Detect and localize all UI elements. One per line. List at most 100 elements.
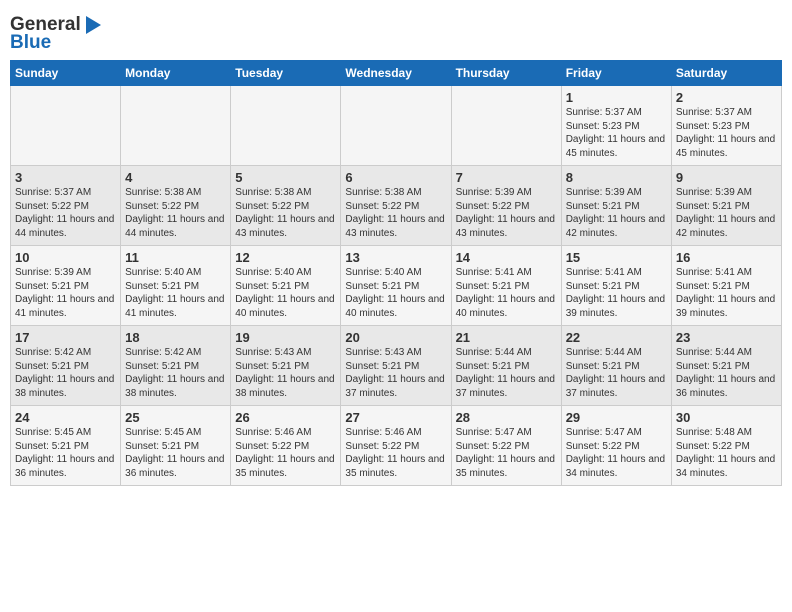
weekday-header-friday: Friday (561, 61, 671, 86)
calendar-cell-1-1 (11, 86, 121, 166)
day-number: 20 (345, 330, 446, 345)
day-number: 11 (125, 250, 226, 265)
weekday-header-thursday: Thursday (451, 61, 561, 86)
day-info: Sunrise: 5:43 AM Sunset: 5:21 PM Dayligh… (345, 346, 446, 400)
calendar-cell-1-7: 2Sunrise: 5:37 AM Sunset: 5:23 PM Daylig… (671, 86, 781, 166)
day-number: 29 (566, 410, 667, 425)
day-info: Sunrise: 5:42 AM Sunset: 5:21 PM Dayligh… (15, 346, 116, 400)
day-info: Sunrise: 5:39 AM Sunset: 5:22 PM Dayligh… (456, 186, 557, 240)
day-number: 12 (235, 250, 336, 265)
day-number: 14 (456, 250, 557, 265)
calendar-cell-5-2: 25Sunrise: 5:45 AM Sunset: 5:21 PM Dayli… (121, 406, 231, 486)
calendar-cell-2-1: 3Sunrise: 5:37 AM Sunset: 5:22 PM Daylig… (11, 166, 121, 246)
day-number: 15 (566, 250, 667, 265)
calendar-cell-4-2: 18Sunrise: 5:42 AM Sunset: 5:21 PM Dayli… (121, 326, 231, 406)
logo: General Blue (10, 10, 101, 54)
calendar-cell-4-1: 17Sunrise: 5:42 AM Sunset: 5:21 PM Dayli… (11, 326, 121, 406)
day-number: 6 (345, 170, 446, 185)
day-number: 24 (15, 410, 116, 425)
calendar-cell-3-2: 11Sunrise: 5:40 AM Sunset: 5:21 PM Dayli… (121, 246, 231, 326)
weekday-header-saturday: Saturday (671, 61, 781, 86)
day-info: Sunrise: 5:45 AM Sunset: 5:21 PM Dayligh… (15, 426, 116, 480)
day-info: Sunrise: 5:40 AM Sunset: 5:21 PM Dayligh… (235, 266, 336, 320)
day-number: 13 (345, 250, 446, 265)
day-info: Sunrise: 5:39 AM Sunset: 5:21 PM Dayligh… (15, 266, 116, 320)
day-number: 5 (235, 170, 336, 185)
day-info: Sunrise: 5:38 AM Sunset: 5:22 PM Dayligh… (345, 186, 446, 240)
weekday-header-sunday: Sunday (11, 61, 121, 86)
calendar-cell-2-5: 7Sunrise: 5:39 AM Sunset: 5:22 PM Daylig… (451, 166, 561, 246)
weekday-header-wednesday: Wednesday (341, 61, 451, 86)
calendar-cell-1-5 (451, 86, 561, 166)
day-info: Sunrise: 5:46 AM Sunset: 5:22 PM Dayligh… (345, 426, 446, 480)
calendar-cell-2-6: 8Sunrise: 5:39 AM Sunset: 5:21 PM Daylig… (561, 166, 671, 246)
calendar-cell-2-4: 6Sunrise: 5:38 AM Sunset: 5:22 PM Daylig… (341, 166, 451, 246)
logo-arrow-icon (86, 16, 101, 34)
day-info: Sunrise: 5:37 AM Sunset: 5:23 PM Dayligh… (566, 106, 667, 160)
day-info: Sunrise: 5:39 AM Sunset: 5:21 PM Dayligh… (676, 186, 777, 240)
day-info: Sunrise: 5:44 AM Sunset: 5:21 PM Dayligh… (566, 346, 667, 400)
weekday-header-monday: Monday (121, 61, 231, 86)
day-number: 28 (456, 410, 557, 425)
calendar-cell-3-1: 10Sunrise: 5:39 AM Sunset: 5:21 PM Dayli… (11, 246, 121, 326)
calendar-cell-5-6: 29Sunrise: 5:47 AM Sunset: 5:22 PM Dayli… (561, 406, 671, 486)
day-info: Sunrise: 5:48 AM Sunset: 5:22 PM Dayligh… (676, 426, 777, 480)
day-info: Sunrise: 5:47 AM Sunset: 5:22 PM Dayligh… (456, 426, 557, 480)
day-info: Sunrise: 5:40 AM Sunset: 5:21 PM Dayligh… (125, 266, 226, 320)
calendar-cell-3-5: 14Sunrise: 5:41 AM Sunset: 5:21 PM Dayli… (451, 246, 561, 326)
calendar-cell-1-4 (341, 86, 451, 166)
day-info: Sunrise: 5:39 AM Sunset: 5:21 PM Dayligh… (566, 186, 667, 240)
calendar-cell-2-2: 4Sunrise: 5:38 AM Sunset: 5:22 PM Daylig… (121, 166, 231, 246)
day-number: 26 (235, 410, 336, 425)
day-number: 10 (15, 250, 116, 265)
day-number: 2 (676, 90, 777, 105)
day-number: 8 (566, 170, 667, 185)
calendar-cell-1-3 (231, 86, 341, 166)
week-row-1: 1Sunrise: 5:37 AM Sunset: 5:23 PM Daylig… (11, 86, 782, 166)
week-row-3: 10Sunrise: 5:39 AM Sunset: 5:21 PM Dayli… (11, 246, 782, 326)
day-info: Sunrise: 5:37 AM Sunset: 5:22 PM Dayligh… (15, 186, 116, 240)
day-info: Sunrise: 5:40 AM Sunset: 5:21 PM Dayligh… (345, 266, 446, 320)
logo-blue-text: Blue (10, 32, 51, 54)
calendar-cell-1-2 (121, 86, 231, 166)
day-number: 17 (15, 330, 116, 345)
day-number: 3 (15, 170, 116, 185)
calendar-table: SundayMondayTuesdayWednesdayThursdayFrid… (10, 60, 782, 486)
day-number: 22 (566, 330, 667, 345)
day-info: Sunrise: 5:41 AM Sunset: 5:21 PM Dayligh… (676, 266, 777, 320)
day-info: Sunrise: 5:41 AM Sunset: 5:21 PM Dayligh… (566, 266, 667, 320)
day-info: Sunrise: 5:46 AM Sunset: 5:22 PM Dayligh… (235, 426, 336, 480)
weekday-header-row: SundayMondayTuesdayWednesdayThursdayFrid… (11, 61, 782, 86)
day-number: 21 (456, 330, 557, 345)
calendar-cell-1-6: 1Sunrise: 5:37 AM Sunset: 5:23 PM Daylig… (561, 86, 671, 166)
calendar-cell-4-6: 22Sunrise: 5:44 AM Sunset: 5:21 PM Dayli… (561, 326, 671, 406)
calendar-cell-4-3: 19Sunrise: 5:43 AM Sunset: 5:21 PM Dayli… (231, 326, 341, 406)
day-info: Sunrise: 5:38 AM Sunset: 5:22 PM Dayligh… (125, 186, 226, 240)
calendar-cell-3-3: 12Sunrise: 5:40 AM Sunset: 5:21 PM Dayli… (231, 246, 341, 326)
day-number: 23 (676, 330, 777, 345)
day-info: Sunrise: 5:44 AM Sunset: 5:21 PM Dayligh… (676, 346, 777, 400)
day-number: 27 (345, 410, 446, 425)
day-info: Sunrise: 5:42 AM Sunset: 5:21 PM Dayligh… (125, 346, 226, 400)
weekday-header-tuesday: Tuesday (231, 61, 341, 86)
day-number: 4 (125, 170, 226, 185)
day-number: 30 (676, 410, 777, 425)
day-info: Sunrise: 5:38 AM Sunset: 5:22 PM Dayligh… (235, 186, 336, 240)
day-number: 1 (566, 90, 667, 105)
day-number: 7 (456, 170, 557, 185)
day-number: 18 (125, 330, 226, 345)
calendar-cell-5-4: 27Sunrise: 5:46 AM Sunset: 5:22 PM Dayli… (341, 406, 451, 486)
calendar-cell-2-3: 5Sunrise: 5:38 AM Sunset: 5:22 PM Daylig… (231, 166, 341, 246)
day-number: 9 (676, 170, 777, 185)
week-row-2: 3Sunrise: 5:37 AM Sunset: 5:22 PM Daylig… (11, 166, 782, 246)
page-header: General Blue (10, 10, 782, 54)
week-row-4: 17Sunrise: 5:42 AM Sunset: 5:21 PM Dayli… (11, 326, 782, 406)
week-row-5: 24Sunrise: 5:45 AM Sunset: 5:21 PM Dayli… (11, 406, 782, 486)
day-number: 25 (125, 410, 226, 425)
calendar-cell-4-5: 21Sunrise: 5:44 AM Sunset: 5:21 PM Dayli… (451, 326, 561, 406)
calendar-cell-5-5: 28Sunrise: 5:47 AM Sunset: 5:22 PM Dayli… (451, 406, 561, 486)
day-info: Sunrise: 5:43 AM Sunset: 5:21 PM Dayligh… (235, 346, 336, 400)
day-info: Sunrise: 5:44 AM Sunset: 5:21 PM Dayligh… (456, 346, 557, 400)
day-info: Sunrise: 5:41 AM Sunset: 5:21 PM Dayligh… (456, 266, 557, 320)
day-info: Sunrise: 5:37 AM Sunset: 5:23 PM Dayligh… (676, 106, 777, 160)
